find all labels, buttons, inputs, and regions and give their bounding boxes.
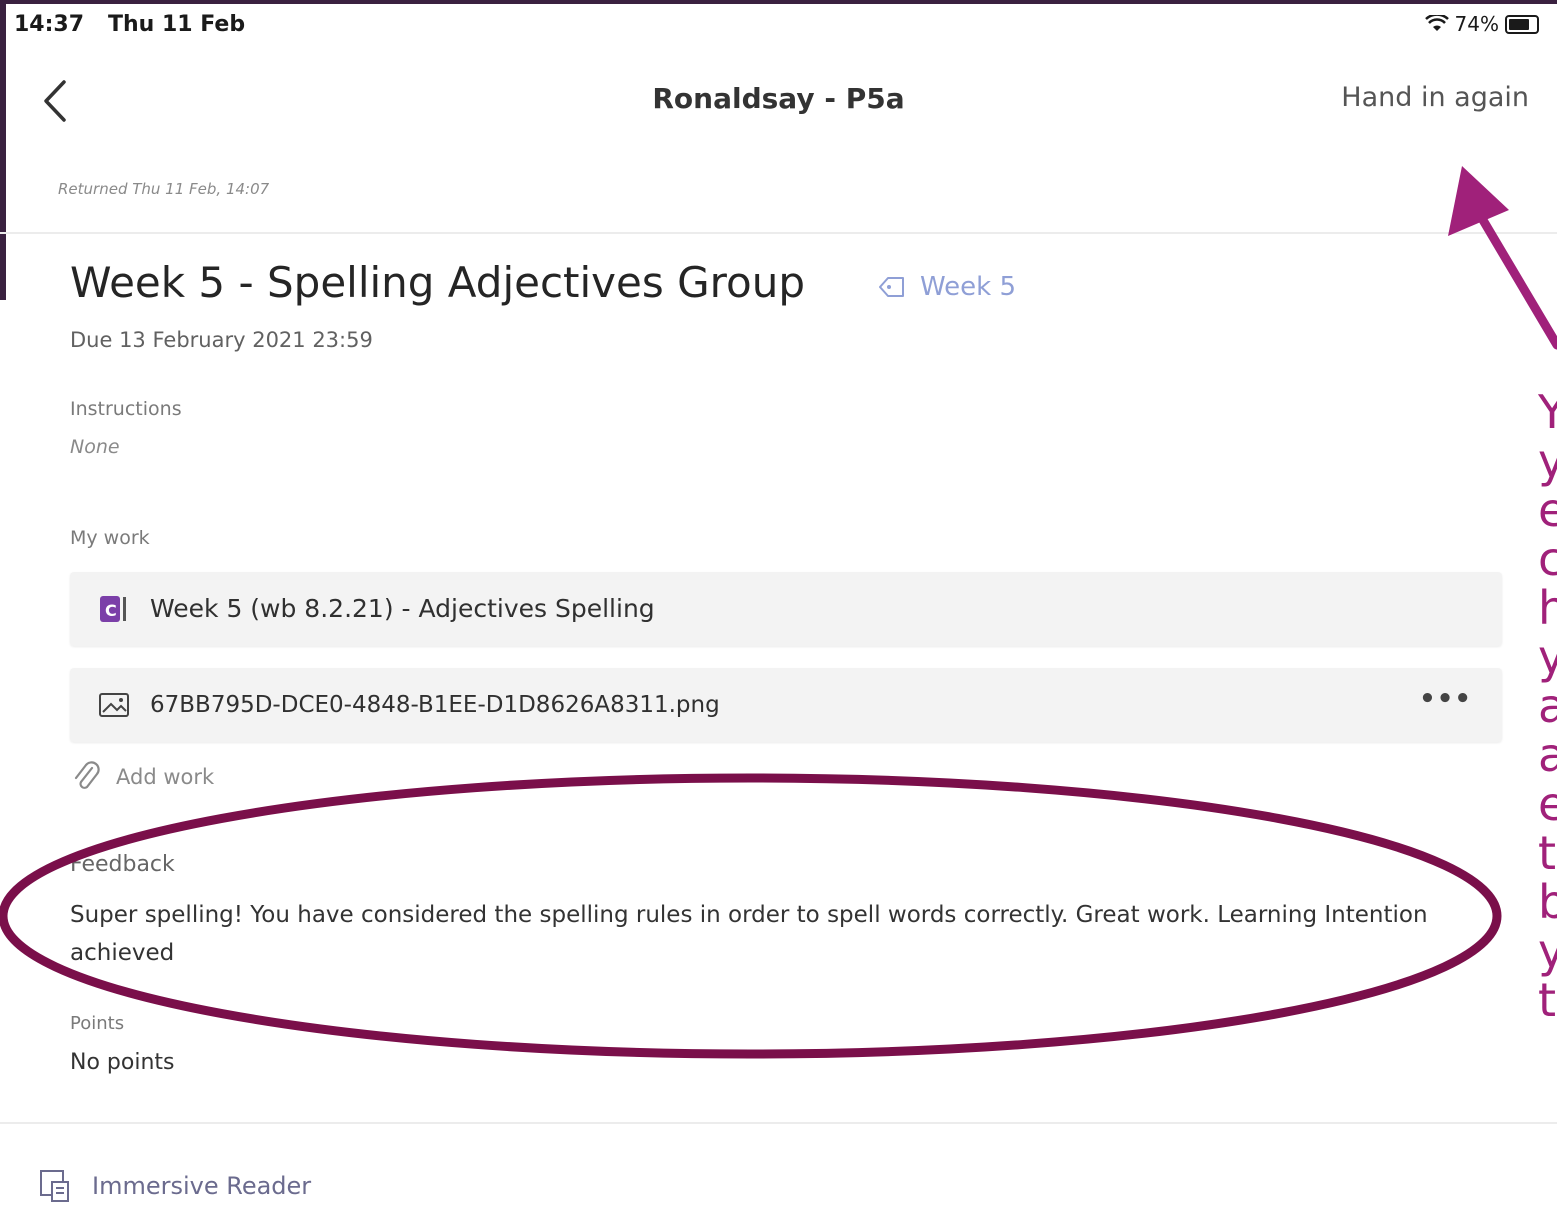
work-item-name: 67BB795D-DCE0-4848-B1EE-D1D8626A8311.png [150, 692, 720, 718]
tag-label: Week 5 [920, 272, 1017, 302]
app-screen: 14:37 Thu 11 Feb 74% Ronaldsay - P5a Han… [0, 0, 1557, 1206]
work-item-image[interactable]: 67BB795D-DCE0-4848-B1EE-D1D8626A8311.png… [70, 668, 1502, 742]
instructions-label: Instructions [70, 398, 182, 420]
battery-icon [1505, 14, 1539, 34]
status-time: 14:37 [14, 12, 85, 37]
assignment-title: Week 5 - Spelling Adjectives Group [70, 258, 805, 307]
add-work-label: Add work [116, 765, 215, 789]
side-note-letter: e [1538, 483, 1557, 537]
divider [0, 232, 1557, 234]
work-item-onenote[interactable]: C Week 5 (wb 8.2.21) - Adjectives Spelli… [70, 572, 1502, 646]
immersive-reader-icon [40, 1170, 69, 1202]
feedback-text: Super spelling! You have considered the … [70, 902, 1428, 966]
wifi-icon [1424, 15, 1449, 31]
side-note-text: Y y e c h y a a e t b y t [1538, 388, 1557, 1025]
points-label: Points [70, 1013, 125, 1034]
image-file-icon [99, 693, 129, 717]
due-date: Due 13 February 2021 23:59 [70, 328, 373, 352]
tag-icon [879, 277, 904, 297]
side-note-letter: t [1538, 973, 1557, 1027]
assignment-tag: Week 5 [878, 272, 1016, 302]
annotation-arrow-shaft [1475, 210, 1557, 350]
status-indicators: 74% [1424, 12, 1539, 36]
side-note-letter: Y [1538, 385, 1557, 439]
more-options-button[interactable]: ••• [1419, 684, 1472, 714]
side-note-letter: a [1538, 728, 1557, 782]
status-date: Thu 11 Feb [108, 12, 246, 37]
side-note-letter: b [1538, 875, 1557, 929]
side-note-letter: h [1538, 581, 1557, 635]
returned-status: Returned Thu 11 Feb, 14:07 [58, 180, 270, 198]
points-value: No points [70, 1050, 175, 1075]
side-note-letter: t [1538, 826, 1557, 880]
status-bar: 14:37 Thu 11 Feb 74% [0, 0, 1557, 50]
paperclip-icon [74, 761, 100, 789]
work-item-name: Week 5 (wb 8.2.21) - Adjectives Spelling [150, 594, 655, 623]
side-note-letter: c [1538, 532, 1557, 586]
side-note-letter: a [1538, 679, 1557, 733]
immersive-reader-label: Immersive Reader [92, 1172, 312, 1200]
side-note-letter: e [1538, 777, 1557, 831]
svg-text:C: C [105, 601, 117, 620]
immersive-reader-button[interactable]: Immersive Reader [38, 1168, 311, 1204]
annotation-arrow-head [1448, 166, 1509, 236]
page-title: Ronaldsay - P5a [652, 82, 905, 115]
divider [0, 1122, 1557, 1124]
instructions-value: None [70, 436, 120, 458]
side-note-letter: y [1538, 630, 1557, 684]
my-work-label: My work [70, 527, 150, 549]
side-note-letter: y [1538, 434, 1557, 488]
hand-in-again-button[interactable]: Hand in again [1341, 82, 1529, 113]
battery-percent: 74% [1454, 12, 1499, 36]
add-work-button[interactable]: Add work [72, 760, 214, 794]
side-note-letter: y [1538, 924, 1557, 978]
feedback-label: Feedback [70, 852, 175, 877]
onenote-icon: C [100, 596, 126, 622]
